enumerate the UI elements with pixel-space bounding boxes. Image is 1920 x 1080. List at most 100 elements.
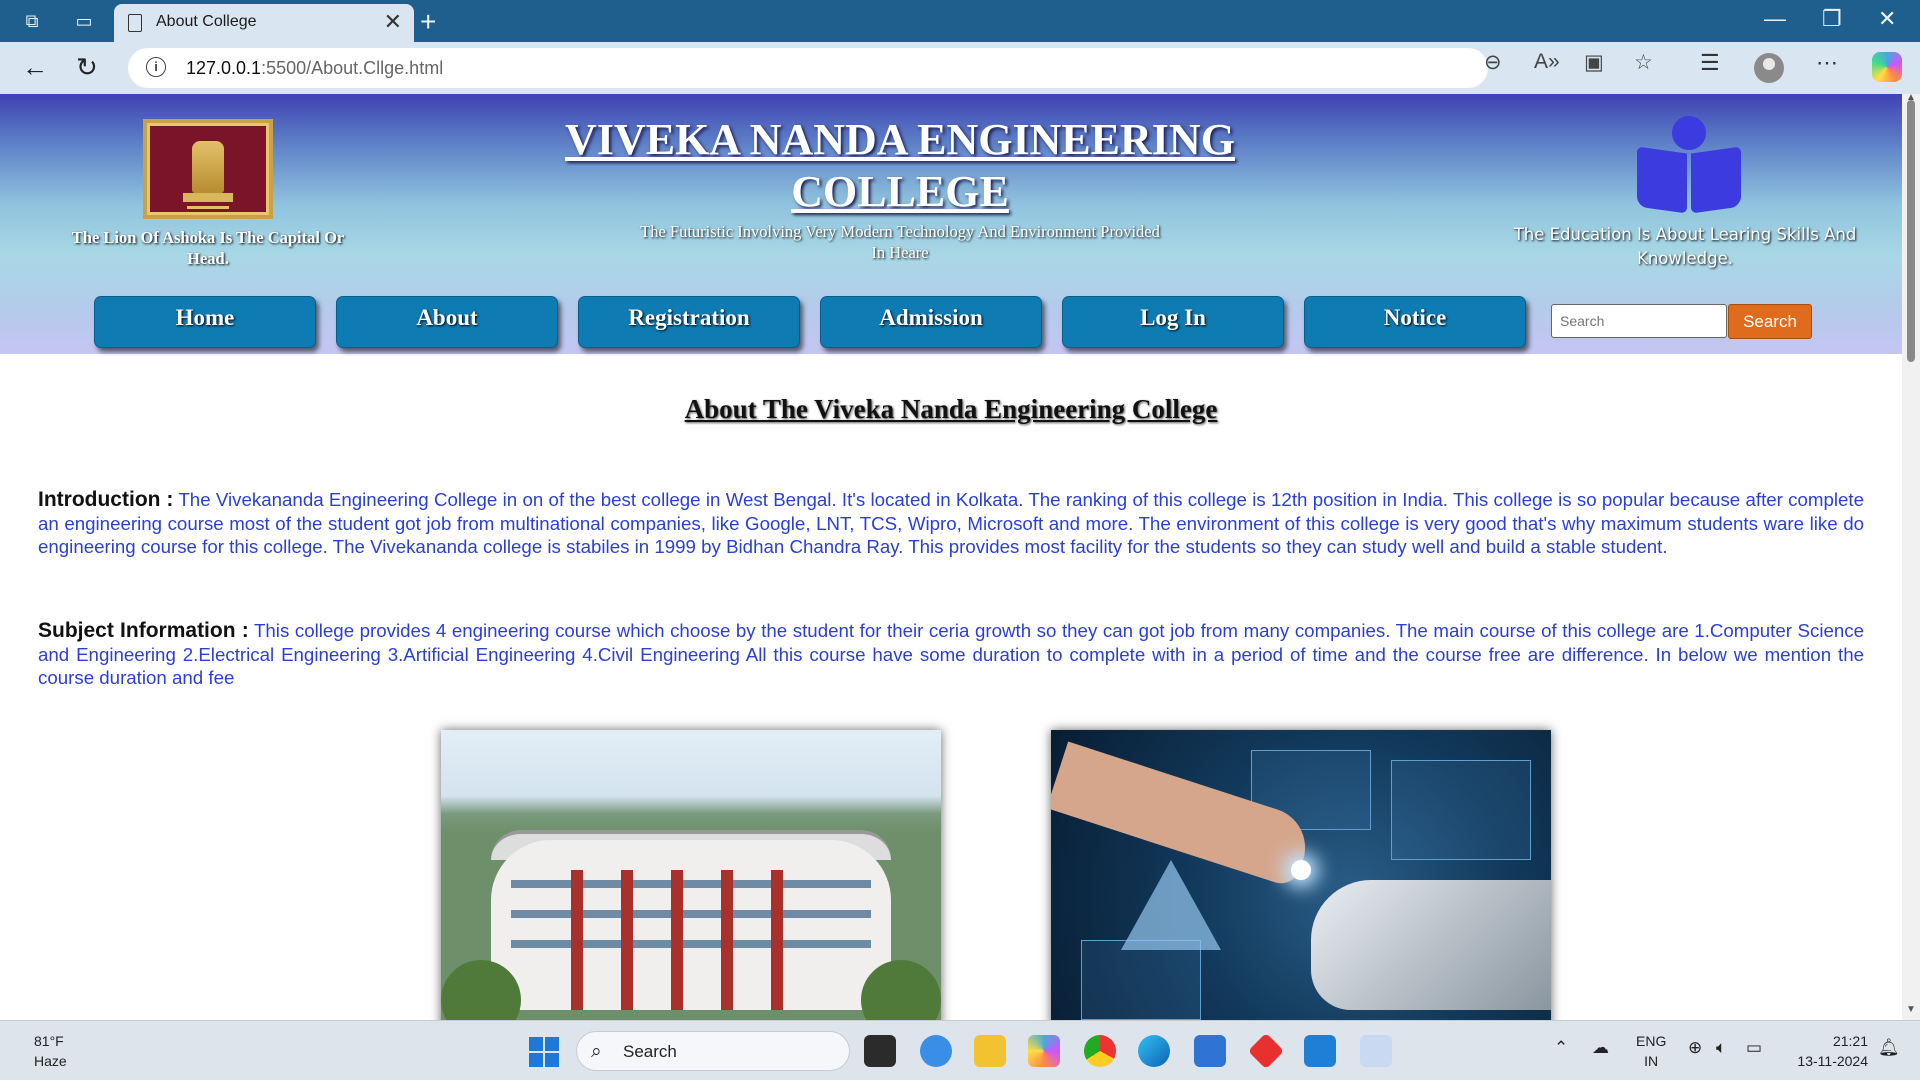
robot-hand [1311, 880, 1551, 1010]
copilot-taskbar-icon[interactable] [1028, 1035, 1060, 1067]
book-right-page [1691, 146, 1741, 214]
language-indicator[interactable]: ENG IN [1636, 1031, 1666, 1071]
scroll-down-icon[interactable]: ▼ [1906, 1004, 1916, 1015]
site-search-button[interactable]: Search [1728, 304, 1812, 339]
back-arrow-icon[interactable]: ← [22, 52, 48, 83]
nav-notice-button[interactable]: Notice [1304, 296, 1526, 348]
tab-title: About College [156, 13, 257, 30]
clock-time: 21:21 [1832, 1033, 1868, 1049]
taskbar-search[interactable]: ⌕ Search [576, 1031, 850, 1071]
building-window-row [511, 940, 871, 948]
profile-avatar[interactable] [1754, 53, 1784, 83]
scroll-thumb[interactable] [1907, 100, 1915, 362]
introduction-paragraph: Introduction : The Vivekananda Engineeri… [38, 488, 1864, 559]
nav-about-button[interactable]: About [336, 296, 558, 348]
copilot-icon[interactable] [1872, 52, 1902, 82]
address-toolbar: ← ↻ i 127.0.0.1:5500/About.Cllge.html ⊖ … [0, 42, 1920, 94]
minimize-button[interactable]: — [1764, 6, 1786, 32]
chrome-icon[interactable] [1084, 1035, 1116, 1067]
restore-button[interactable]: ❐ [1822, 6, 1842, 32]
read-aloud-icon[interactable]: A» [1534, 50, 1560, 74]
new-tab-button[interactable]: + [420, 6, 436, 38]
subject-paragraph: Subject Information : This college provi… [38, 619, 1864, 690]
college-tagline: The Futuristic Involving Very Modern Tec… [640, 222, 1160, 262]
snipping-tool-icon[interactable] [1360, 1035, 1392, 1067]
windows-start-icon[interactable] [529, 1037, 559, 1067]
url-text[interactable]: 127.0.0.1:5500/About.Cllge.html [186, 58, 443, 79]
college-building-image [441, 730, 941, 1020]
tab-about-college[interactable]: About College ✕ [114, 4, 414, 42]
weather-condition: Haze [34, 1053, 67, 1069]
introduction-text: The Vivekananda Engineering College in o… [38, 489, 1865, 557]
building-column [571, 870, 583, 1010]
store-icon[interactable] [1194, 1035, 1226, 1067]
immersive-reader-icon[interactable]: ▣ [1584, 50, 1604, 75]
clock-date: 13-11-2024 [1797, 1053, 1868, 1069]
edge-icon[interactable] [1138, 1035, 1170, 1067]
tab-actions-icon[interactable]: ▭ [72, 9, 96, 33]
college-title: VIVEKA NANDA ENGINEERING COLLEGE [565, 115, 1235, 216]
education-book-icon [1632, 116, 1742, 216]
chevron-up-icon[interactable]: ⌃ [1554, 1038, 1568, 1058]
ui-panel [1391, 760, 1531, 860]
anydesk-icon[interactable] [1247, 1032, 1285, 1070]
weather-temperature: 81°F [34, 1033, 64, 1049]
building-window-row [511, 880, 871, 888]
copilot-app-icon[interactable] [920, 1035, 952, 1067]
emblem-caption: The Lion Of Ashoka Is The Capital Or Hea… [71, 228, 345, 268]
weather-widget[interactable]: 81°F Haze [34, 1031, 67, 1071]
site-search-input[interactable] [1551, 304, 1727, 338]
windows-taskbar: 81°F Haze ⌕ Search ⌃ ☁ ENG IN ⊕ 🔈︎ ▭ 21:… [0, 1020, 1920, 1080]
building-column [771, 870, 783, 1010]
task-view-icon[interactable] [864, 1035, 896, 1067]
battery-icon[interactable]: ▭ [1746, 1038, 1762, 1058]
robot-hand-image [1051, 730, 1551, 1020]
book-head [1672, 116, 1706, 150]
introduction-label: Introduction : [38, 488, 174, 511]
close-window-button[interactable]: ✕ [1878, 6, 1896, 32]
close-tab-icon[interactable]: ✕ [384, 9, 402, 35]
url-bar[interactable]: i 127.0.0.1:5500/About.Cllge.html [128, 48, 1488, 88]
touch-glow [1291, 860, 1311, 880]
refresh-icon[interactable]: ↻ [76, 52, 98, 83]
favorite-star-icon[interactable]: ☆ [1634, 50, 1653, 75]
search-icon: ⌕ [591, 1041, 602, 1062]
zoom-out-icon[interactable]: ⊖ [1484, 50, 1502, 75]
web-page: The Lion Of Ashoka Is The Capital Or Hea… [0, 94, 1902, 1020]
favorites-icon[interactable]: ☰ [1700, 50, 1720, 76]
nav-admission-button[interactable]: Admission [820, 296, 1042, 348]
emblem-base [183, 193, 233, 202]
notifications-icon[interactable]: 🔔︎ [1878, 1038, 1900, 1058]
book-left-page [1637, 146, 1687, 214]
building-facade [491, 840, 891, 1010]
clock[interactable]: 21:21 13-11-2024 [1788, 1031, 1868, 1071]
building-column [621, 870, 633, 1010]
region-code: IN [1644, 1053, 1659, 1069]
ui-panel [1081, 940, 1201, 1020]
education-caption: The Education Is About Learing Skills An… [1513, 225, 1857, 268]
browser-titlebar: ⧉ ▭ About College ✕ + — ❐ ✕ [0, 0, 1920, 42]
nav-home-button[interactable]: Home [94, 296, 316, 348]
page-scrollbar[interactable]: ▲ ▼ [1902, 92, 1920, 1020]
site-header: The Lion Of Ashoka Is The Capital Or Hea… [0, 94, 1902, 354]
file-explorer-icon[interactable] [974, 1035, 1006, 1067]
building-column [671, 870, 683, 1010]
site-info-icon[interactable]: i [146, 57, 166, 77]
onedrive-icon[interactable]: ☁ [1592, 1038, 1609, 1058]
lion-capital-icon [192, 141, 224, 193]
subject-text: This college provides 4 engineering cour… [38, 620, 1864, 688]
language-code: ENG [1636, 1033, 1667, 1049]
network-icon[interactable]: ⊕ [1688, 1038, 1702, 1058]
vscode-icon[interactable] [1304, 1035, 1336, 1067]
emblem-motto [187, 206, 229, 209]
workspaces-icon[interactable]: ⧉ [20, 9, 44, 33]
more-menu-icon[interactable]: ⋯ [1816, 50, 1838, 76]
pyramid-chart-graphic [1121, 860, 1221, 950]
ashoka-emblem-logo [143, 119, 273, 219]
nav-registration-button[interactable]: Registration [578, 296, 800, 348]
building-window-row [511, 910, 871, 918]
subject-label: Subject Information : [38, 619, 249, 642]
volume-icon[interactable]: 🔈︎ [1716, 1038, 1726, 1058]
taskbar-search-label: Search [623, 1042, 677, 1061]
nav-login-button[interactable]: Log In [1062, 296, 1284, 348]
